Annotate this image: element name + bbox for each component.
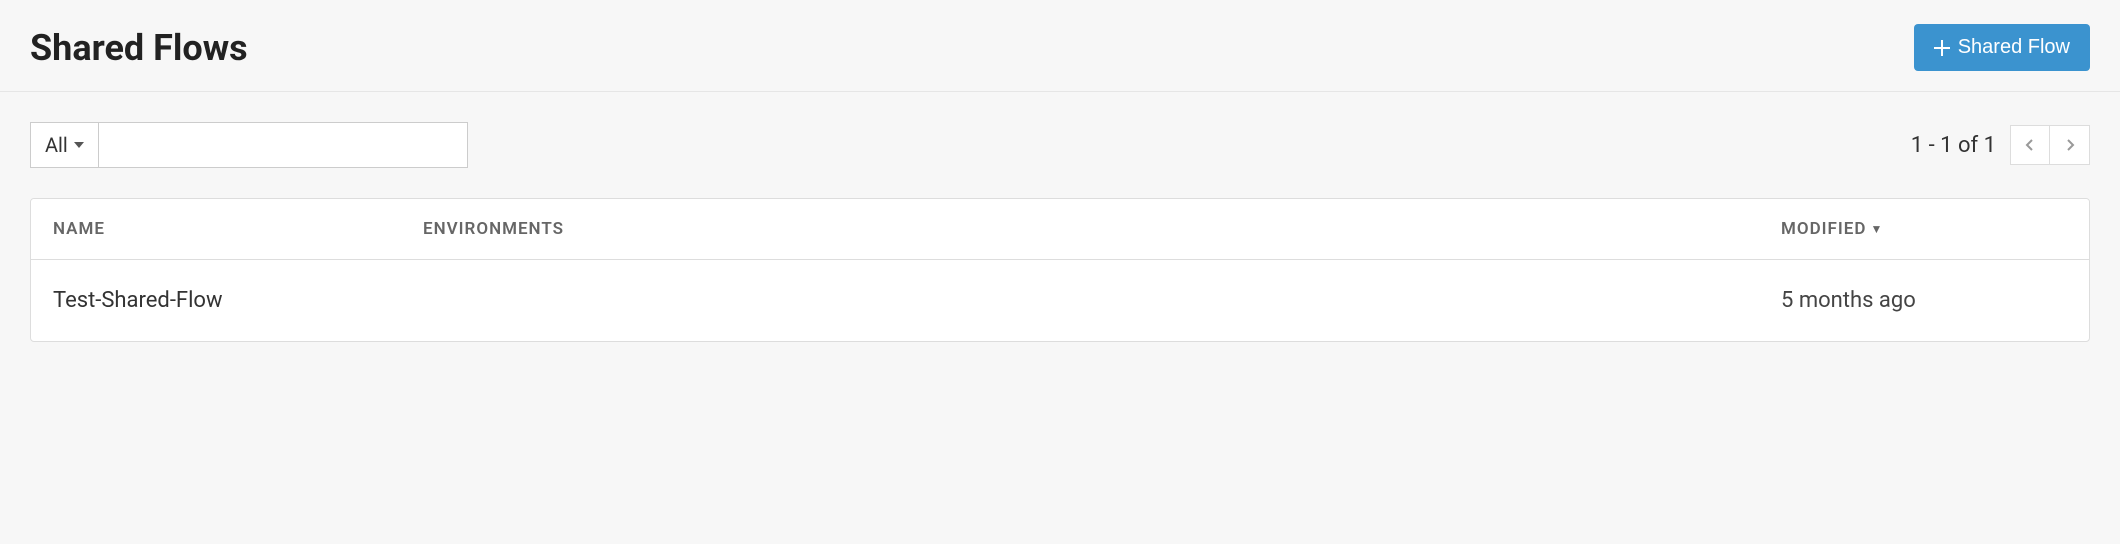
column-header-environments-label: ENVIRONMENTS — [423, 219, 564, 239]
chevron-right-icon — [2065, 138, 2075, 152]
pagination: 1 - 1 of 1 — [1911, 125, 2090, 165]
table-header-row: NAME ENVIRONMENTS MODIFIED ▼ — [31, 199, 2089, 260]
column-header-environments[interactable]: ENVIRONMENTS — [401, 199, 1759, 259]
page-status: 1 - 1 of 1 — [1911, 133, 1996, 158]
prev-page-button[interactable] — [2010, 125, 2050, 165]
chevron-left-icon — [2025, 138, 2035, 152]
sort-descending-icon: ▼ — [1870, 222, 1883, 236]
caret-down-icon — [74, 142, 84, 148]
page-header: Shared Flows Shared Flow — [0, 0, 2120, 92]
table-row[interactable]: Test-Shared-Flow 5 months ago — [31, 260, 2089, 341]
cell-environments — [401, 273, 1759, 329]
search-input[interactable] — [98, 122, 468, 168]
create-shared-flow-button[interactable]: Shared Flow — [1914, 24, 2090, 71]
column-header-name[interactable]: NAME — [31, 199, 401, 259]
plus-icon — [1934, 40, 1950, 56]
content-area: All 1 - 1 of 1 NAME ENVIRONMENTS — [0, 92, 2120, 372]
column-header-modified[interactable]: MODIFIED ▼ — [1759, 199, 2089, 259]
column-header-name-label: NAME — [53, 219, 105, 239]
column-header-modified-label: MODIFIED — [1781, 219, 1866, 239]
cell-modified: 5 months ago — [1759, 260, 2089, 341]
shared-flows-table: NAME ENVIRONMENTS MODIFIED ▼ Test-Shared… — [30, 198, 2090, 342]
next-page-button[interactable] — [2050, 125, 2090, 165]
filter-dropdown-label: All — [45, 133, 68, 157]
pager-buttons — [2010, 125, 2090, 165]
filter-dropdown[interactable]: All — [30, 122, 98, 168]
create-button-label: Shared Flow — [1958, 36, 2070, 59]
cell-name: Test-Shared-Flow — [31, 260, 401, 341]
filter-group: All — [30, 122, 468, 168]
toolbar: All 1 - 1 of 1 — [30, 122, 2090, 168]
page-title: Shared Flows — [30, 27, 248, 69]
